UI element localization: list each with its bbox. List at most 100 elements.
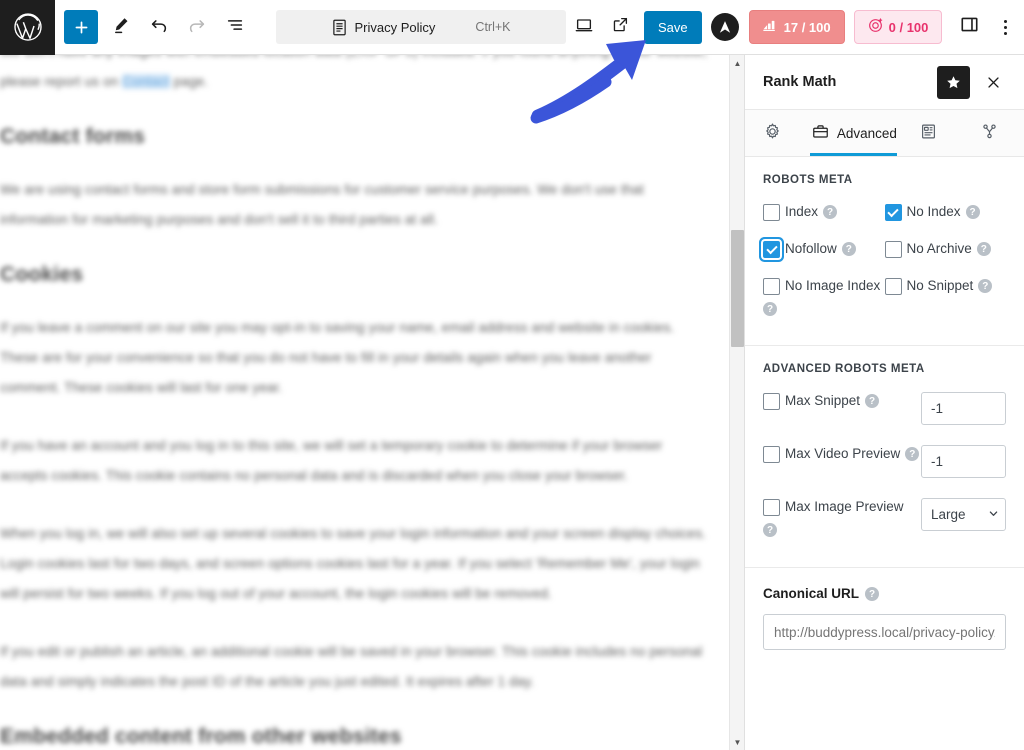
wordpress-logo-icon[interactable] bbox=[0, 0, 55, 55]
max-snippet-input[interactable] bbox=[921, 392, 1006, 425]
schema-card-icon bbox=[919, 122, 938, 144]
robots-index-label: Index bbox=[785, 204, 819, 219]
rank-math-tabs: Advanced bbox=[745, 110, 1024, 157]
paragraph-text: We don't have any images with embedded l… bbox=[0, 55, 707, 89]
contact-link[interactable]: Contact bbox=[122, 74, 170, 89]
scroll-down-arrow-icon[interactable]: ▼ bbox=[730, 734, 745, 750]
robots-index-checkbox[interactable] bbox=[763, 204, 780, 221]
max-video-preview-input[interactable] bbox=[921, 445, 1006, 478]
robots-noimageindex-label: No Image Index bbox=[785, 278, 881, 293]
tab-schema[interactable] bbox=[901, 110, 962, 156]
toolbar-right-group: Save 17 / 100 0 / 100 bbox=[566, 0, 1024, 55]
heading-block[interactable]: Contact forms bbox=[0, 125, 712, 149]
paragraph-block[interactable]: We don't have any images with embedded l… bbox=[0, 55, 712, 97]
post-content-blurred: We don't have any images with embedded l… bbox=[0, 55, 726, 750]
tab-advanced[interactable]: Advanced bbox=[806, 110, 901, 156]
chevron-down-icon bbox=[988, 507, 999, 522]
scrollbar-thumb[interactable] bbox=[731, 230, 744, 347]
robots-meta-title: Robots Meta bbox=[763, 174, 853, 186]
paragraph-tail: page. bbox=[173, 74, 209, 89]
document-overview-button[interactable] bbox=[216, 8, 254, 46]
robots-nofollow-help-icon[interactable]: ? bbox=[841, 242, 856, 256]
max-image-preview-checkbox[interactable] bbox=[763, 499, 780, 516]
robots-nosnippet-label: No Snippet bbox=[906, 278, 974, 293]
settings-sidebar-toggle[interactable] bbox=[951, 9, 987, 45]
content-ai-score-badge[interactable]: 0 / 100 bbox=[853, 10, 943, 44]
wordpress-block-editor: Privacy Policy Ctrl+K Save 17 / 100 0 / … bbox=[0, 0, 1024, 750]
robots-nofollow-checkbox[interactable] bbox=[763, 241, 780, 258]
content-ai-icon bbox=[868, 18, 883, 36]
redo-arrow-icon bbox=[187, 15, 207, 40]
heading-block[interactable]: Embedded content from other websites bbox=[0, 725, 712, 749]
pencil-icon bbox=[112, 15, 131, 39]
paragraph-block[interactable]: If you leave a comment on our site you m… bbox=[0, 313, 712, 403]
seo-score-badge[interactable]: 17 / 100 bbox=[748, 10, 845, 44]
external-link-icon bbox=[611, 15, 630, 39]
add-block-button[interactable] bbox=[64, 10, 98, 44]
robots-noimageindex-cell: No Image Index ? bbox=[763, 277, 885, 316]
share-node-icon bbox=[980, 122, 999, 144]
robots-meta-section: Robots Meta Index ? No Index ? bbox=[745, 157, 1024, 346]
max-snippet-checkbox[interactable] bbox=[763, 393, 780, 410]
paragraph-block[interactable]: We are using contact forms and store for… bbox=[0, 175, 712, 235]
robots-nofollow-label: Nofollow bbox=[785, 241, 837, 256]
robots-index-cell: Index ? bbox=[763, 203, 885, 221]
star-icon[interactable] bbox=[937, 65, 970, 99]
content-ai-score-value: 0 / 100 bbox=[888, 19, 929, 35]
robots-noarchive-help-icon[interactable]: ? bbox=[976, 242, 991, 256]
command-bar-title: Privacy Policy bbox=[354, 19, 436, 35]
max-image-preview-select[interactable]: Large bbox=[921, 498, 1006, 531]
max-snippet-help-icon[interactable]: ? bbox=[865, 394, 880, 408]
desktop-preview-button[interactable] bbox=[566, 9, 602, 45]
max-video-preview-help-icon[interactable]: ? bbox=[905, 447, 920, 461]
command-bar[interactable]: Privacy Policy Ctrl+K bbox=[276, 10, 566, 44]
close-icon[interactable] bbox=[977, 66, 1010, 99]
rank-math-logo-icon[interactable] bbox=[710, 13, 739, 41]
canonical-url-input[interactable] bbox=[763, 614, 1006, 650]
robots-index-help-icon[interactable]: ? bbox=[823, 205, 838, 219]
tab-social[interactable] bbox=[963, 110, 1024, 156]
robots-noindex-help-icon[interactable]: ? bbox=[965, 205, 980, 219]
editor-scrollbar[interactable]: ▲ ▼ bbox=[729, 55, 744, 750]
canonical-url-label: Canonical URL bbox=[763, 585, 860, 601]
editor-top-toolbar: Privacy Policy Ctrl+K Save 17 / 100 0 / … bbox=[0, 0, 1024, 55]
undo-button[interactable] bbox=[140, 8, 178, 46]
max-video-preview-checkbox[interactable] bbox=[763, 446, 780, 463]
editor-canvas[interactable]: We don't have any images with embedded l… bbox=[0, 55, 745, 750]
list-view-icon bbox=[225, 15, 245, 40]
more-options-button[interactable] bbox=[987, 9, 1023, 45]
undo-arrow-icon bbox=[149, 15, 169, 40]
desktop-preview-icon bbox=[574, 15, 594, 40]
scroll-up-arrow-icon[interactable]: ▲ bbox=[730, 55, 745, 71]
robots-noindex-label: No Index bbox=[906, 204, 961, 219]
max-video-preview-label: Max Video Preview bbox=[785, 446, 901, 461]
heading-block[interactable]: Cookies bbox=[0, 263, 712, 287]
paragraph-block[interactable]: When you log in, we will also set up sev… bbox=[0, 519, 712, 609]
robots-noarchive-checkbox[interactable] bbox=[884, 241, 902, 258]
more-options-icon bbox=[1003, 19, 1007, 35]
briefcase-icon bbox=[811, 122, 830, 144]
robots-noimageindex-checkbox[interactable] bbox=[763, 278, 780, 295]
max-image-preview-help-icon[interactable]: ? bbox=[763, 523, 777, 537]
tab-advanced-label: Advanced bbox=[836, 125, 897, 141]
robots-nosnippet-checkbox[interactable] bbox=[884, 278, 902, 295]
view-post-external-button[interactable] bbox=[602, 9, 638, 45]
robots-noarchive-label: No Archive bbox=[906, 241, 972, 256]
robots-noarchive-cell: No Archive ? bbox=[884, 240, 1007, 258]
edit-tool-button[interactable] bbox=[102, 8, 140, 46]
max-snippet-label: Max Snippet bbox=[785, 393, 861, 408]
settings-sidebar-icon bbox=[960, 15, 979, 39]
paragraph-block[interactable]: If you have an account and you log in to… bbox=[0, 431, 712, 491]
robots-noimageindex-help-icon[interactable]: ? bbox=[763, 302, 777, 316]
redo-button[interactable] bbox=[178, 8, 216, 46]
robots-noindex-checkbox[interactable] bbox=[884, 204, 902, 221]
paragraph-block[interactable]: If you edit or publish an article, an ad… bbox=[0, 637, 712, 697]
canonical-url-help-icon[interactable]: ? bbox=[865, 587, 880, 601]
robots-noindex-cell: No Index ? bbox=[884, 203, 1007, 221]
robots-nosnippet-help-icon[interactable]: ? bbox=[978, 279, 993, 293]
save-button[interactable]: Save bbox=[644, 10, 702, 44]
robots-nosnippet-cell: No Snippet ? bbox=[884, 277, 1007, 316]
gear-icon bbox=[763, 122, 782, 144]
tab-general[interactable] bbox=[745, 110, 806, 156]
command-bar-shortcut: Ctrl+K bbox=[475, 20, 511, 34]
